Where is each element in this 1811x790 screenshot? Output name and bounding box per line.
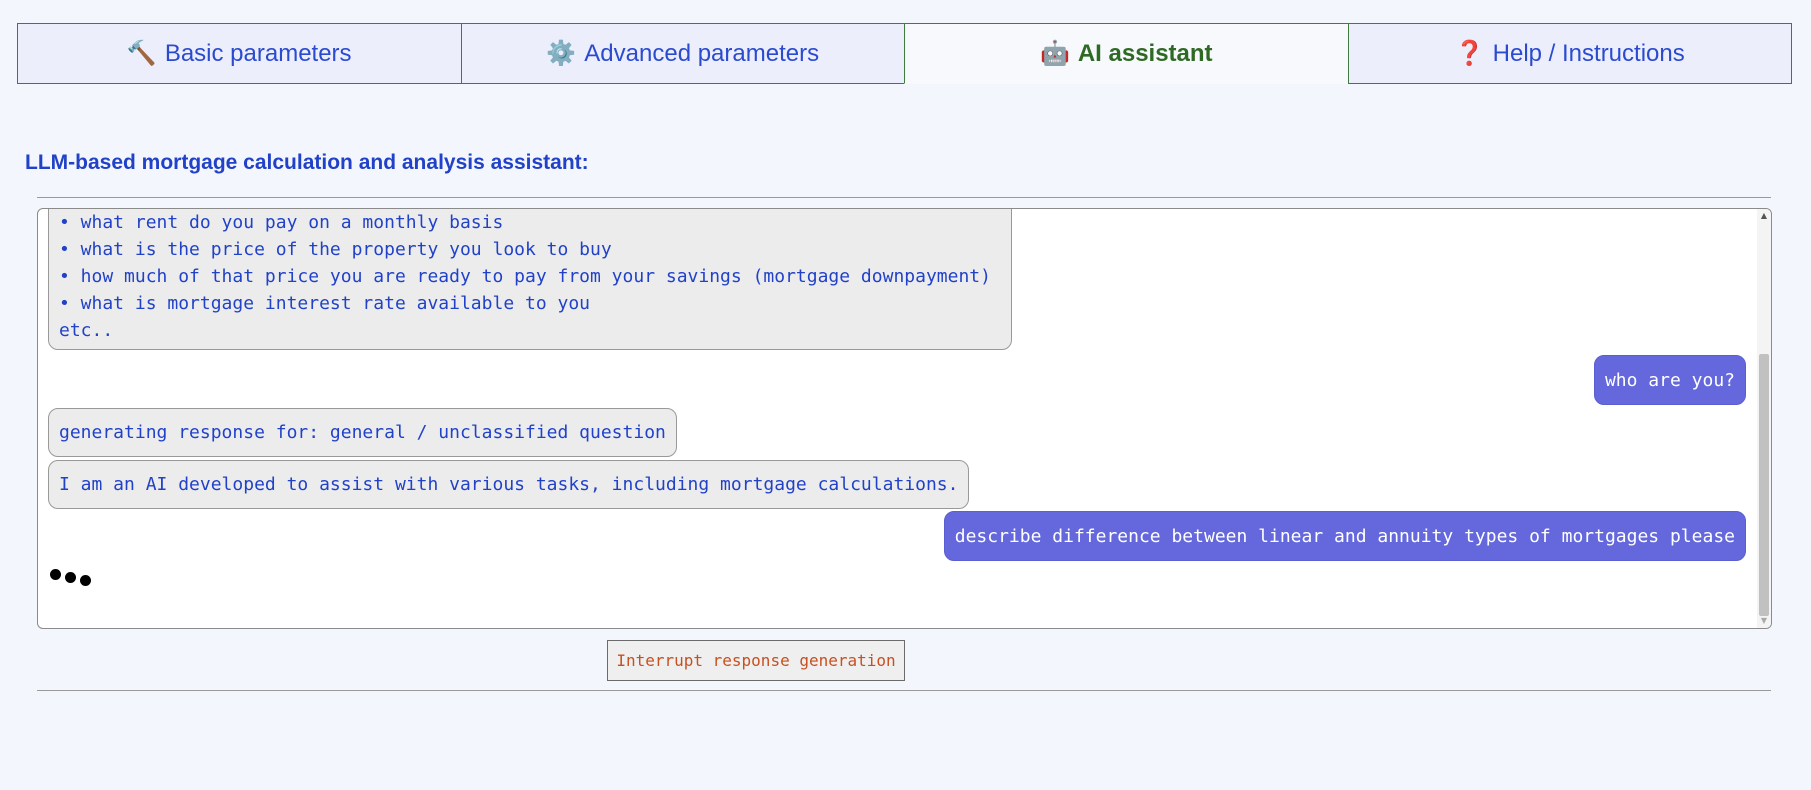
scroll-down-icon[interactable]: ▼: [1757, 614, 1771, 628]
divider-top: [37, 197, 1771, 198]
chat-scrollbar[interactable]: ▲ ▼: [1757, 209, 1771, 628]
chat-history[interactable]: • what rent do you pay on a monthly basi…: [37, 208, 1772, 629]
question-mark-icon: ❓: [1454, 40, 1485, 67]
tab-help-instructions[interactable]: ❓ Help / Instructions: [1347, 23, 1792, 84]
tab-label: Basic parameters: [164, 39, 352, 67]
bot-message: I am an AI developed to assist with vari…: [48, 460, 970, 509]
tab-label: AI assistant: [1077, 39, 1213, 67]
typing-dot: [50, 569, 61, 580]
status-message: generating response for: general / uncla…: [48, 408, 677, 457]
gear-icon: ⚙️: [546, 40, 577, 67]
bot-message: • what rent do you pay on a monthly basi…: [48, 209, 1012, 350]
tab-basic-parameters[interactable]: 🔨 Basic parameters: [17, 23, 462, 84]
tab-ai-assistant[interactable]: 🤖 AI assistant: [904, 23, 1349, 84]
divider-bottom: [37, 690, 1771, 691]
user-message: who are you?: [1593, 355, 1746, 405]
scroll-up-icon[interactable]: ▲: [1757, 209, 1771, 223]
hammer-icon: 🔨: [126, 40, 157, 67]
robot-icon: 🤖: [1039, 40, 1070, 67]
typing-dot: [65, 572, 76, 583]
interrupt-button[interactable]: Interrupt response generation: [607, 640, 905, 681]
tab-label: Help / Instructions: [1492, 39, 1685, 67]
user-message: describe difference between linear and a…: [943, 511, 1746, 561]
tab-advanced-parameters[interactable]: ⚙️ Advanced parameters: [460, 23, 905, 84]
scroll-thumb[interactable]: [1759, 354, 1769, 616]
tab-bar: 🔨 Basic parameters ⚙️ Advanced parameter…: [17, 23, 1792, 84]
tab-label: Advanced parameters: [584, 39, 820, 67]
page-title: LLM-based mortgage calculation and analy…: [25, 151, 589, 174]
typing-dot: [80, 575, 91, 586]
